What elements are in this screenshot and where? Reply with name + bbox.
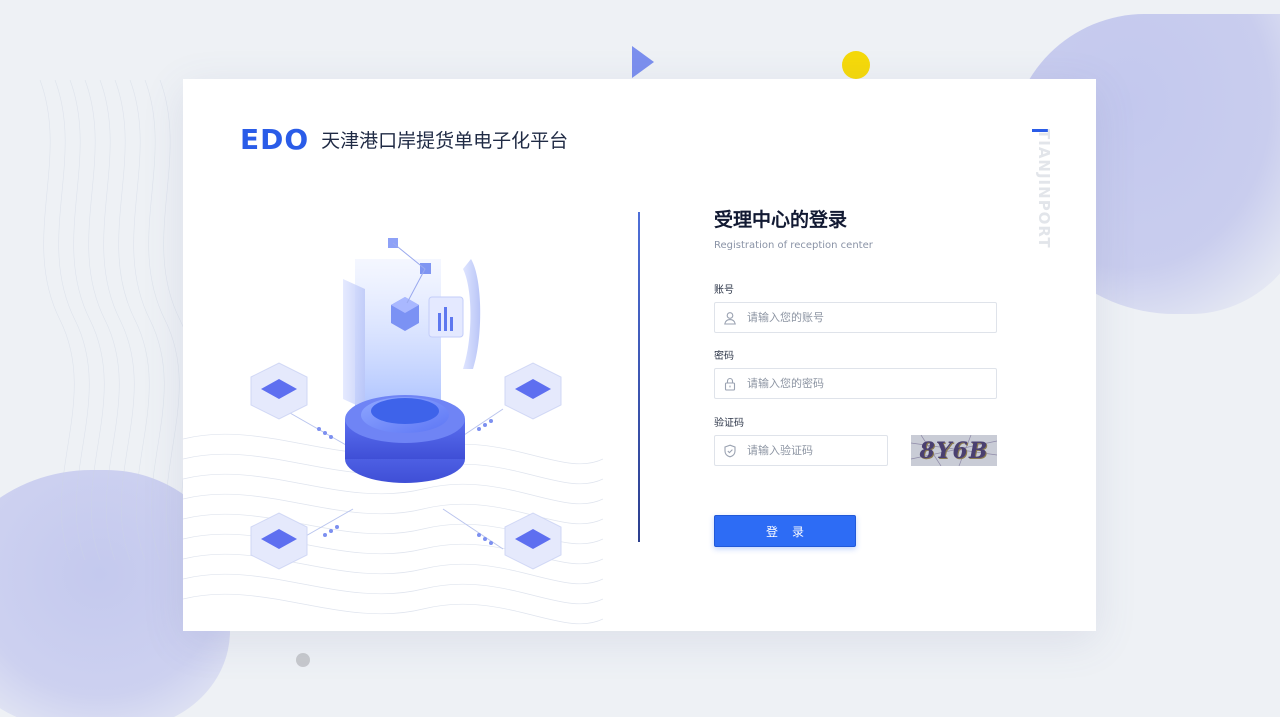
captcha-input-box bbox=[714, 435, 888, 466]
login-card: EDO 天津港口岸提货单电子化平台 TIANJINPORT 受理中心的登录 Re… bbox=[183, 79, 1096, 631]
form-title: 受理中心的登录 bbox=[714, 209, 848, 231]
vertical-divider bbox=[638, 212, 640, 542]
brand-title: 天津港口岸提货单电子化平台 bbox=[321, 130, 569, 152]
password-input[interactable] bbox=[747, 369, 967, 398]
captcha-input[interactable] bbox=[747, 436, 877, 465]
account-input[interactable] bbox=[747, 303, 967, 332]
password-field-group: 密码 bbox=[714, 347, 997, 399]
login-button[interactable]: 登录 bbox=[714, 515, 856, 547]
login-form: 受理中心的登录 Registration of reception center… bbox=[714, 205, 1014, 547]
account-field-group: 账号 bbox=[714, 281, 997, 333]
brand-logo: EDO bbox=[240, 123, 310, 156]
decorative-triangle bbox=[632, 46, 654, 78]
form-subtitle: Registration of reception center bbox=[714, 240, 873, 251]
server-network-illustration bbox=[183, 238, 603, 625]
brand-header: EDO 天津港口岸提货单电子化平台 bbox=[240, 123, 568, 156]
side-vertical-text: TIANJINPORT bbox=[1035, 129, 1053, 249]
password-label: 密码 bbox=[714, 351, 734, 362]
decorative-yellow-dot bbox=[842, 51, 870, 79]
password-input-box bbox=[714, 368, 997, 399]
user-icon bbox=[723, 311, 737, 325]
lock-icon bbox=[723, 377, 737, 391]
captcha-label: 验证码 bbox=[714, 418, 744, 429]
account-label: 账号 bbox=[714, 285, 734, 296]
captcha-image[interactable]: 8Y6B bbox=[911, 435, 997, 466]
captcha-text: 8Y6B bbox=[919, 437, 989, 464]
shield-icon bbox=[723, 444, 737, 458]
account-input-box bbox=[714, 302, 997, 333]
captcha-field-group: 验证码 请输入验证码 8Y6B bbox=[714, 414, 997, 466]
decorative-gray-dot bbox=[296, 653, 310, 667]
background-wave-pattern bbox=[39, 80, 190, 560]
